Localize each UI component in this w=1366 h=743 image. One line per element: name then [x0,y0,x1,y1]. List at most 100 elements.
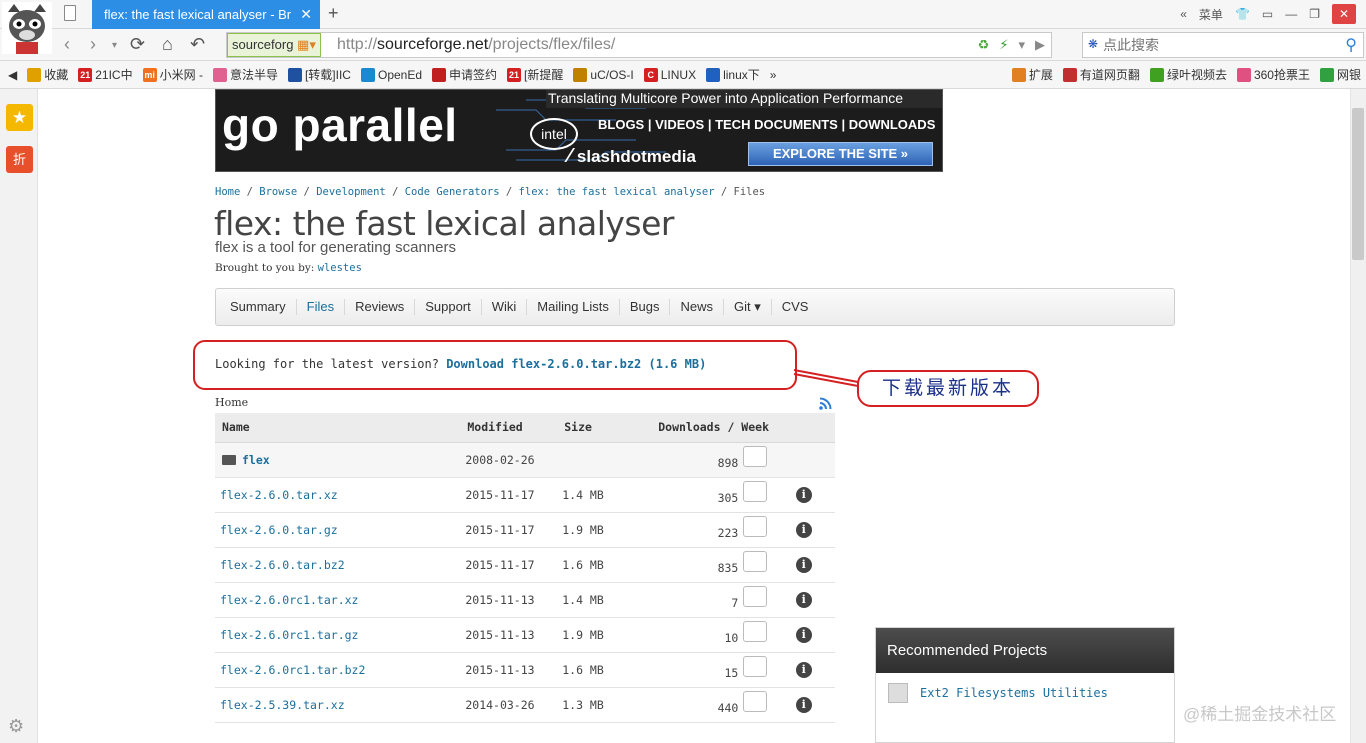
downloads-chart-box[interactable] [743,446,768,467]
breadcrumb-development[interactable]: Development [316,186,386,198]
header-downloads[interactable]: Downloads / Week [641,413,835,443]
tab-files[interactable]: Files [297,299,346,315]
bookmark-item[interactable]: 申请签约 [427,66,502,83]
bookmarks-arrow-icon[interactable]: ◀ [0,68,22,82]
file-link[interactable]: flex-2.6.0rc1.tar.xz [220,593,358,607]
tab-support[interactable]: Support [415,299,482,315]
file-link[interactable]: flex-2.6.0.tar.xz [220,488,338,502]
bookmark-item[interactable]: 21 21IC中 [73,66,137,83]
bookmark-item[interactable]: mi 小米网 - [138,66,208,83]
address-bar[interactable]: sourceforg ▦▾ http://sourceforge.net/pro… [226,32,1052,58]
back-icon[interactable]: ‹ [64,34,70,55]
scrollbar-thumb[interactable] [1352,108,1364,260]
bookmark-item[interactable]: C LINUX [639,67,701,82]
table-row[interactable]: flex-2.6.0.tar.xz 2015-11-17 1.4 MB 305 i [215,477,835,513]
dropdown-icon[interactable]: ▾ [1018,37,1025,53]
breadcrumb-project[interactable]: flex: the fast lexical analyser [519,186,715,198]
bookmark-item[interactable]: 绿叶视频去 [1145,66,1232,83]
file-link[interactable]: flex-2.6.0rc1.tar.gz [220,628,358,642]
downloads-chart-box[interactable] [743,516,768,537]
bookmark-item[interactable]: 意法半导 [208,66,283,83]
info-icon[interactable]: i [795,696,812,713]
close-window-icon[interactable]: ✕ [1332,4,1356,24]
table-row[interactable]: flex-2.6.0rc1.tar.gz 2015-11-13 1.9 MB 10 i [215,617,835,653]
table-row[interactable]: flex-2.6.0rc1.tar.bz2 2015-11-13 1.6 MB 15 i [215,652,835,688]
bookmark-item[interactable]: 有道网页翻 [1058,66,1145,83]
author-link[interactable]: wlestes [318,262,362,274]
file-link[interactable]: flex-2.6.0.tar.bz2 [220,558,345,572]
downloads-chart-box[interactable] [743,656,768,677]
recommended-item-label[interactable]: Ext2 Filesystems Utilities [920,686,1108,700]
table-row[interactable]: flex-2.6.0.tar.bz2 2015-11-17 1.6 MB 835 i [215,547,835,583]
rss-icon[interactable] [819,397,832,410]
chevron-left-icon[interactable]: « [1180,7,1187,21]
favorites-star-icon[interactable]: ★ [6,104,33,131]
header-modified[interactable]: Modified [460,413,558,443]
breadcrumb-code-generators[interactable]: Code Generators [405,186,500,198]
reload-icon[interactable]: ⟳ [130,34,145,55]
tab-close-icon[interactable]: ✕ [300,0,312,29]
bookmark-item[interactable]: [转载]IIC [283,66,356,83]
discount-icon[interactable]: 折 [6,146,33,173]
recycle-icon[interactable]: ♻ [978,37,990,53]
shirt-icon[interactable]: 👕 [1235,7,1250,21]
bookmark-item[interactable]: OpenEd [356,67,427,82]
info-icon[interactable]: i [795,661,812,678]
breadcrumb-home[interactable]: Home [215,186,240,198]
go-icon[interactable]: ▶ [1035,37,1045,53]
bookmark-item[interactable]: 21 [新提醒 [502,66,568,83]
forward-icon[interactable]: › [90,34,96,55]
bookmark-item[interactable]: 360抢票王 [1232,66,1315,83]
info-icon[interactable]: i [795,556,812,573]
new-tab-button[interactable]: + [328,3,339,24]
table-row[interactable]: flex 2008-02-26 898 [215,442,835,478]
downloads-chart-box[interactable] [743,551,768,572]
menu-button[interactable]: 菜单 [1199,6,1223,23]
tab-reviews[interactable]: Reviews [345,299,416,315]
breadcrumb-browse[interactable]: Browse [259,186,297,198]
downloads-chart-box[interactable] [743,691,768,712]
bookmark-item[interactable]: 收藏 [22,66,73,83]
home-icon[interactable]: ⌂ [162,34,173,55]
tab-bugs[interactable]: Bugs [620,299,671,315]
recommended-item[interactable]: Ext2 Filesystems Utilities [888,683,1108,703]
info-icon[interactable]: i [795,591,812,608]
file-link[interactable]: flex-2.5.39.tar.xz [220,698,345,712]
undo-icon[interactable]: ↶ [190,34,205,55]
ad-banner[interactable]: Translating Multicore Power into Applica… [215,89,943,172]
downloads-chart-box[interactable] [743,621,768,642]
url-text[interactable]: http://sourceforge.net/projects/flex/fil… [337,33,615,57]
search-box[interactable]: ❋ ⚲ [1082,32,1364,58]
minimize-icon[interactable]: ▭ [1262,7,1273,21]
tab-git[interactable]: Git ▾ [724,299,772,315]
table-row[interactable]: flex-2.6.0rc1.tar.xz 2015-11-13 1.4 MB 7 i [215,582,835,618]
history-dropdown-icon[interactable]: ▾ [112,40,117,51]
tab-cvs[interactable]: CVS [772,299,819,315]
explore-site-button[interactable]: EXPLORE THE SITE » [748,142,933,166]
user-avatar[interactable] [2,2,52,54]
table-row[interactable]: flex-2.6.0.tar.gz 2015-11-17 1.9 MB 223 i [215,512,835,548]
info-icon[interactable]: i [795,486,812,503]
maximize-icon[interactable]: — [1285,7,1297,21]
bookmark-item[interactable]: linux下 [701,66,765,83]
tab-news[interactable]: News [670,299,724,315]
folder-link[interactable]: flex [242,453,270,467]
bookmark-item[interactable]: uC/OS-I [568,67,638,82]
lightning-icon[interactable]: ⚡ [999,37,1008,53]
downloads-chart-box[interactable] [743,481,768,502]
bookmark-item[interactable]: » [765,68,782,82]
bookmark-item[interactable]: 扩展 [1007,66,1058,83]
info-icon[interactable]: i [795,626,812,643]
table-row[interactable]: flex-2.5.39.tar.xz 2014-03-26 1.3 MB 440 i [215,687,835,723]
info-icon[interactable]: i [795,521,812,538]
file-link[interactable]: flex-2.6.0rc1.tar.bz2 [220,663,365,677]
restore-icon[interactable]: ❐ [1309,7,1320,21]
header-size[interactable]: Size [557,413,642,443]
header-name[interactable]: Name [215,413,461,443]
settings-gear-icon[interactable]: ⚙ [8,716,24,737]
page-icon[interactable] [64,5,76,21]
tab-wiki[interactable]: Wiki [482,299,528,315]
browser-tab-active[interactable]: flex: the fast lexical analyser - Br ✕ [92,0,320,29]
file-link[interactable]: flex-2.6.0.tar.gz [220,523,338,537]
tab-mailing-lists[interactable]: Mailing Lists [527,299,620,315]
